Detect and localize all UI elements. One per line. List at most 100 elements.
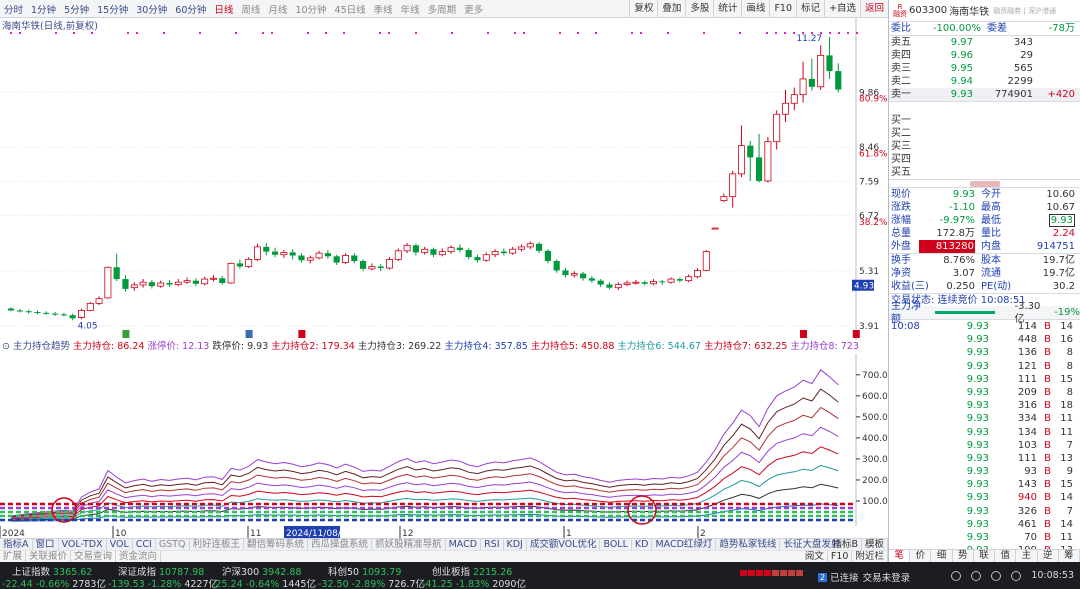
period-tab-11[interactable]: 季线	[370, 2, 397, 16]
panel-tab-8[interactable]: 筹	[1059, 550, 1080, 562]
indicator-tab-0[interactable]: 指标A	[0, 539, 33, 550]
ext-tab-3[interactable]: 资金流向	[116, 551, 162, 562]
kline-chart[interactable]: 海南华铁(日线,前复权)11.274.059.8680.9%8.4661.8%7…	[0, 18, 888, 340]
event-marker-icon[interactable]	[800, 330, 807, 338]
indicator-tab-6[interactable]: 利好连板王	[190, 539, 245, 550]
period-tab-4[interactable]: 30分钟	[132, 2, 171, 16]
period-tab-9[interactable]: 10分钟	[291, 2, 330, 16]
speed-icon[interactable]	[951, 570, 962, 581]
panel-tab-1[interactable]: 价	[910, 550, 932, 562]
ext-right-2[interactable]: 附近栏	[852, 551, 888, 562]
tool-button-5[interactable]: F10	[769, 0, 796, 18]
indicator-tab-4[interactable]: CCI	[133, 539, 156, 550]
index-ticker[interactable]: 沪深300 3942.88 -25.24 -0.64% 1445亿	[212, 564, 316, 589]
collapse-handle[interactable]	[889, 179, 1080, 187]
indicator-tab-14[interactable]: BOLL	[600, 539, 632, 550]
period-tab-10[interactable]: 45日线	[331, 2, 370, 16]
period-tab-14[interactable]: 更多	[460, 2, 487, 16]
panel-tab-6[interactable]: 主	[1016, 550, 1038, 562]
indicator-chart[interactable]: 700.0 600.0 500.0 400.0 300.0 200.0 100.0	[0, 354, 888, 526]
bid-row[interactable]: 买二	[889, 127, 1080, 140]
tick-count: 7	[1066, 505, 1073, 517]
tool-button-3[interactable]: 统计	[713, 0, 741, 18]
panel-tab-3[interactable]: 势	[953, 550, 974, 562]
ask-row[interactable]: 卖三 9.95 565	[889, 62, 1080, 75]
tick-direction: B	[1044, 532, 1051, 543]
period-tab-2[interactable]: 5分钟	[60, 2, 93, 16]
index-ticker[interactable]: 深证成指 10787.98 -139.53 -1.28% 4227亿	[108, 564, 218, 589]
bell-icon[interactable]	[991, 570, 1002, 581]
ext-right-1[interactable]: F10	[828, 551, 853, 562]
indicator-tab-10[interactable]: MACD	[446, 539, 482, 550]
ask-row[interactable]: 卖一 9.93 774901 +420	[889, 88, 1080, 101]
bid-row[interactable]: 买一	[889, 114, 1080, 127]
tool-button-4[interactable]: 画线	[741, 0, 769, 18]
ask-row[interactable]: 卖四 9.96 29	[889, 49, 1080, 62]
indicator-tab-17[interactable]: 趋势私家钱线	[716, 539, 781, 550]
indicator-tab-2[interactable]: VOL-TDX	[59, 539, 107, 550]
index-ticker[interactable]: 创业板指 2215.26 -41.25 -1.83% 2090亿	[422, 564, 526, 589]
period-tab-1[interactable]: 1分钟	[27, 2, 60, 16]
event-marker-icon[interactable]	[122, 330, 130, 338]
bid-level: 买一	[891, 115, 911, 126]
tab-right-1[interactable]: 模板	[862, 539, 888, 550]
indicator-tab-1[interactable]: 窗口	[33, 539, 59, 550]
period-tab-6[interactable]: 日线	[210, 2, 237, 16]
event-marker-icon[interactable]	[298, 330, 306, 338]
index-change-line: -139.53 -1.28% 4227亿	[108, 576, 218, 589]
tick-volume: 143	[1017, 479, 1037, 491]
indicator-tab-11[interactable]: RSI	[481, 539, 504, 550]
indicator-tab-7[interactable]: 翻倍筹码系统	[244, 539, 309, 550]
panel-tab-2[interactable]: 细	[931, 550, 953, 562]
tool-button-6[interactable]: 标记	[796, 0, 824, 18]
ext-tab-0[interactable]: 扩展	[0, 551, 27, 562]
period-tab-0[interactable]: 分时	[0, 2, 27, 16]
event-marker-icon[interactable]	[245, 330, 253, 338]
panel-tab-5[interactable]: 值	[995, 550, 1017, 562]
indicator-tab-8[interactable]: 西瓜操盘系统	[308, 539, 373, 550]
bid-row[interactable]: 买五	[889, 166, 1080, 179]
indicator-name[interactable]: ⊙ 主力持仓趋势	[2, 341, 73, 352]
net-flow-row[interactable]: 主力净额 -3.30亿 -19%	[889, 301, 1080, 325]
period-tab-3[interactable]: 15分钟	[93, 2, 132, 16]
period-tab-5[interactable]: 60分钟	[171, 2, 210, 16]
tool-button-7[interactable]: +自选	[824, 0, 860, 18]
indicator-tab-12[interactable]: KDJ	[504, 539, 527, 550]
connection-status[interactable]: 2 已连接 交易未登录	[818, 570, 910, 584]
panel-tab-7[interactable]: 逆	[1038, 550, 1059, 562]
event-marker-icon[interactable]	[852, 330, 860, 338]
period-tab-8[interactable]: 月线	[264, 2, 291, 16]
ask-row[interactable]: 卖二 9.94 2299	[889, 75, 1080, 88]
tool-button-1[interactable]: 叠加	[657, 0, 685, 18]
user-icon[interactable]	[971, 570, 982, 581]
index-ticker[interactable]: 上证指数 3365.62 -22.44 -0.66% 2783亿	[2, 564, 106, 589]
tick-list[interactable]: 10:08 9.93 114 B 14 9.93 448 B 16 9.93 136 B 8 9.93 12…	[889, 319, 1080, 557]
period-tab-7[interactable]: 周线	[237, 2, 264, 16]
ext-tab-2[interactable]: 交易查询	[71, 551, 117, 562]
ext-right-0[interactable]: 阅文	[802, 551, 828, 562]
globe-icon[interactable]	[1011, 570, 1022, 581]
bid-row[interactable]: 买四	[889, 153, 1080, 166]
index-pct: -0.66%	[35, 579, 73, 589]
indicator-tab-3[interactable]: VOL	[107, 539, 133, 550]
tool-button-0[interactable]: 复权	[629, 0, 657, 18]
ext-tab-1[interactable]: 关联报价	[26, 551, 72, 562]
indicator-tab-16[interactable]: MACD红绿灯	[652, 539, 717, 550]
period-tab-12[interactable]: 年线	[397, 2, 424, 16]
indicator-tab-15[interactable]: KD	[632, 539, 653, 550]
tab-right-0[interactable]: 指标B	[829, 539, 862, 550]
ask-row[interactable]: 卖五 9.97 343	[889, 36, 1080, 49]
tool-button-2[interactable]: 多股	[685, 0, 713, 18]
panel-tab-4[interactable]: 联	[974, 550, 996, 562]
indicator-tab-9[interactable]: 抓妖股精准导航	[372, 539, 446, 550]
panel-tab-0[interactable]: 笔	[889, 550, 911, 562]
indicator-tab-13[interactable]: 成交额VOL优化	[527, 539, 601, 550]
tick-row: 9.93 93 B 9	[889, 465, 1080, 478]
tick-volume: 111	[1017, 373, 1037, 385]
period-tab-13[interactable]: 多周期	[424, 2, 461, 16]
index-ticker[interactable]: 科创50 1093.79 -32.50 -2.89% 726.7亿	[318, 564, 425, 589]
ask-change: +420	[1047, 89, 1075, 100]
bid-row[interactable]: 买三	[889, 140, 1080, 153]
tool-button-8[interactable]: 返回	[859, 0, 888, 18]
indicator-tab-5[interactable]: GSTQ	[156, 539, 190, 550]
